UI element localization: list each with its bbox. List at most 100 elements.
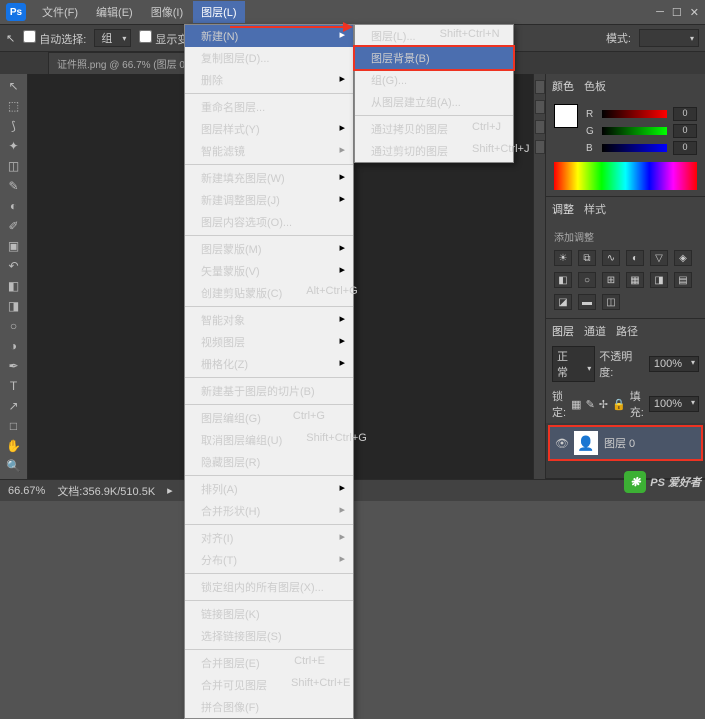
menu-item[interactable]: 重命名图层...	[185, 96, 353, 118]
menu-item[interactable]: 新建(N)	[185, 25, 353, 47]
menu-item[interactable]: 删除	[185, 69, 353, 91]
layer-thumbnail[interactable]: 👤	[574, 431, 598, 455]
blend-mode-select[interactable]: 正常	[552, 346, 595, 382]
history-brush-tool[interactable]: ↶	[2, 256, 26, 276]
menu-item[interactable]: 新建调整图层(J)	[185, 189, 353, 211]
menu-item[interactable]: 图层(L)...Shift+Ctrl+N	[355, 25, 513, 47]
brightness-icon[interactable]: ☀	[554, 250, 572, 266]
color-spectrum[interactable]	[554, 162, 697, 190]
hand-tool[interactable]: ✋	[2, 436, 26, 456]
type-tool[interactable]: T	[2, 376, 26, 396]
menu-item[interactable]: 隐藏图层(R)	[185, 451, 353, 473]
opacity-value[interactable]: 100%	[649, 356, 699, 372]
auto-select-checkbox[interactable]	[23, 30, 36, 43]
dodge-tool[interactable]: ◑	[2, 336, 26, 356]
show-transform-checkbox[interactable]	[139, 30, 152, 43]
vibrance-icon[interactable]: ▽	[650, 250, 668, 266]
maximize-icon[interactable]: ☐	[672, 6, 682, 19]
fill-value[interactable]: 100%	[649, 396, 699, 412]
collapsed-panel-icon[interactable]	[535, 140, 545, 154]
g-value[interactable]: 0	[673, 124, 697, 138]
b-value[interactable]: 0	[673, 141, 697, 155]
eyedropper-tool[interactable]: ✎	[2, 176, 26, 196]
blur-tool[interactable]: ○	[2, 316, 26, 336]
r-slider[interactable]	[602, 110, 667, 118]
foreground-swatch[interactable]	[554, 104, 578, 128]
b-slider[interactable]	[602, 144, 667, 152]
collapsed-panel-icon[interactable]	[535, 120, 545, 134]
layer-row[interactable]: 👁 👤 图层 0	[548, 425, 703, 461]
levels-icon[interactable]: ⧉	[578, 250, 596, 266]
gradient-map-icon[interactable]: ▬	[578, 294, 596, 310]
menu-item[interactable]: 通过拷贝的图层Ctrl+J	[355, 118, 513, 140]
brush-tool[interactable]: ✐	[2, 216, 26, 236]
menu-item[interactable]: 从图层建立组(A)...	[355, 91, 513, 113]
heal-tool[interactable]: ◐	[2, 196, 26, 216]
menu-item[interactable]: 通过剪切的图层Shift+Ctrl+J	[355, 140, 513, 162]
menu-item[interactable]: 新建基于图层的切片(B)	[185, 380, 353, 402]
collapsed-panel-icon[interactable]	[535, 80, 545, 94]
selective-icon[interactable]: ◫	[602, 294, 620, 310]
menu-item[interactable]: 新建填充图层(W)	[185, 167, 353, 189]
wand-tool[interactable]: ✦	[2, 136, 26, 156]
auto-select-type[interactable]: 组	[94, 29, 131, 47]
menu-item[interactable]: 图层编组(G)Ctrl+G	[185, 407, 353, 429]
marquee-tool[interactable]: ⬚	[2, 96, 26, 116]
move-tool-icon[interactable]: ↖	[6, 32, 15, 45]
lock-paint-icon[interactable]: ✎	[586, 398, 595, 411]
move-tool[interactable]: ↖	[2, 76, 26, 96]
tab-channels[interactable]: 通道	[584, 323, 606, 339]
menu-item[interactable]: 图层蒙版(M)	[185, 238, 353, 260]
menu-file[interactable]: 文件(F)	[34, 1, 86, 23]
pen-tool[interactable]: ✒	[2, 356, 26, 376]
status-arrow-icon[interactable]: ▸	[167, 484, 173, 497]
photo-filter-icon[interactable]: ○	[578, 272, 596, 288]
menu-layer[interactable]: 图层(L)	[193, 1, 244, 23]
gradient-tool[interactable]: ◨	[2, 296, 26, 316]
lasso-tool[interactable]: ⟆	[2, 116, 26, 136]
tab-styles[interactable]: 样式	[584, 201, 606, 217]
tab-layers[interactable]: 图层	[552, 323, 574, 339]
visibility-icon[interactable]: 👁	[556, 437, 568, 449]
lock-all-icon[interactable]: 🔒	[612, 398, 626, 411]
eraser-tool[interactable]: ◧	[2, 276, 26, 296]
menu-item[interactable]: 栅格化(Z)	[185, 353, 353, 375]
channel-mixer-icon[interactable]: ⊞	[602, 272, 620, 288]
tab-paths[interactable]: 路径	[616, 323, 638, 339]
g-slider[interactable]	[602, 127, 667, 135]
minimize-icon[interactable]: ─	[656, 6, 664, 19]
threshold-icon[interactable]: ◪	[554, 294, 572, 310]
shape-tool[interactable]: □	[2, 416, 26, 436]
lock-pixels-icon[interactable]: ▦	[571, 398, 581, 411]
tab-color[interactable]: 颜色	[552, 78, 574, 94]
tab-adjustments[interactable]: 调整	[552, 201, 574, 217]
bw-icon[interactable]: ◧	[554, 272, 572, 288]
invert-icon[interactable]: ◨	[650, 272, 668, 288]
exposure-icon[interactable]: ◐	[626, 250, 644, 266]
layer-name[interactable]: 图层 0	[604, 435, 635, 451]
menu-item[interactable]: 视频图层	[185, 331, 353, 353]
zoom-level[interactable]: 66.67%	[8, 485, 45, 497]
r-value[interactable]: 0	[673, 107, 697, 121]
posterize-icon[interactable]: ▤	[674, 272, 692, 288]
menu-item[interactable]: 矢量蒙版(V)	[185, 260, 353, 282]
menu-image[interactable]: 图像(I)	[143, 1, 191, 23]
menu-item[interactable]: 排列(A)	[185, 478, 353, 500]
menu-edit[interactable]: 编辑(E)	[88, 1, 141, 23]
menu-item[interactable]: 图层背景(B)	[353, 45, 515, 71]
menu-item[interactable]: 合并可见图层Shift+Ctrl+E	[185, 674, 353, 696]
menu-item[interactable]: 智能对象	[185, 309, 353, 331]
menu-item[interactable]: 图层样式(Y)	[185, 118, 353, 140]
crop-tool[interactable]: ◫	[2, 156, 26, 176]
tab-swatches[interactable]: 色板	[584, 78, 606, 94]
stamp-tool[interactable]: ▣	[2, 236, 26, 256]
mode-select[interactable]	[639, 29, 699, 47]
menu-item[interactable]: 创建剪贴蒙版(C)Alt+Ctrl+G	[185, 282, 353, 304]
menu-item[interactable]: 拼合图像(F)	[185, 696, 353, 718]
menu-item[interactable]: 组(G)...	[355, 69, 513, 91]
lookup-icon[interactable]: ▦	[626, 272, 644, 288]
collapsed-panel-icon[interactable]	[535, 100, 545, 114]
hue-icon[interactable]: ◈	[674, 250, 692, 266]
menu-item[interactable]: 取消图层编组(U)Shift+Ctrl+G	[185, 429, 353, 451]
close-icon[interactable]: ✕	[690, 6, 699, 19]
